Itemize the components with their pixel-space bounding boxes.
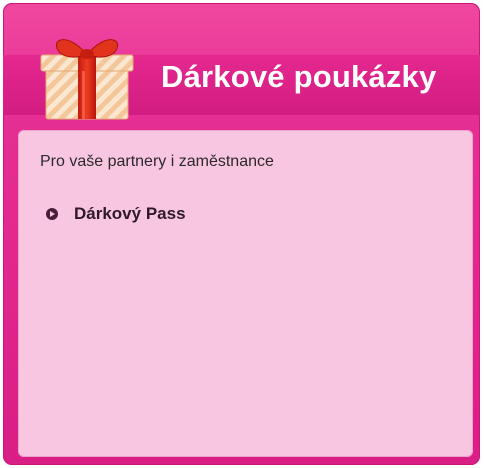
link-label: Dárkový Pass	[74, 204, 186, 223]
arrow-bullet-icon	[46, 208, 58, 220]
widget-subtitle: Pro vaše partnery i zaměstnance	[40, 153, 274, 170]
link-darkovy-pass[interactable]: Dárkový Pass	[46, 204, 186, 224]
widget-content: Pro vaše partnery i zaměstnance Dárkový …	[18, 130, 473, 457]
gift-icon	[40, 39, 134, 120]
widget-title: Dárkové poukázky	[161, 59, 437, 94]
widget-header: Dárkové poukázky	[3, 3, 480, 127]
gift-voucher-widget: Dárkové poukázky Pro vaše partnery i zam…	[3, 3, 480, 465]
